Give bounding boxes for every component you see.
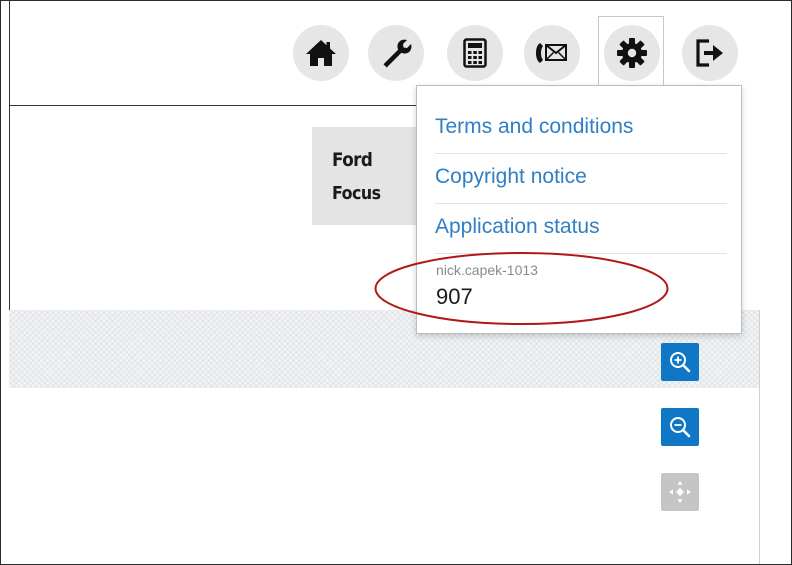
user-number: 907 [436,284,473,309]
vehicle-info-box: Ford Focus [312,127,422,225]
calculator-icon [463,38,487,68]
vehicle-make: Ford [332,149,373,171]
wrench-icon [383,39,412,68]
logout-icon [696,39,723,67]
phone-mail-icon [536,43,567,63]
tools-button[interactable] [368,25,424,81]
menu-item-copyright[interactable]: Copyright notice [435,153,725,201]
menu-item-terms[interactable]: Terms and conditions [435,103,725,151]
home-button[interactable] [293,25,349,81]
zoom-in-button[interactable] [661,343,699,381]
calculator-button[interactable] [447,25,503,81]
settings-button[interactable] [604,25,660,81]
logout-button[interactable] [682,25,738,81]
zoom-out-icon [670,417,691,438]
fit-to-screen-button[interactable] [661,473,699,511]
username-label: nick.capek-1013 [436,262,538,278]
header-divider [9,105,429,106]
zoom-in-icon [670,352,691,373]
menu-item-app-status[interactable]: Application status [435,203,725,251]
map-viewport[interactable] [9,310,760,564]
contact-button[interactable] [524,25,580,81]
settings-dropdown-menu: Terms and conditions Copyright notice Ap… [416,85,742,334]
fit-to-screen-icon [669,481,691,503]
menu-divider [435,253,727,254]
gear-icon [617,38,647,68]
vehicle-model: Focus [332,183,381,204]
home-icon [306,40,336,66]
zoom-out-button[interactable] [661,408,699,446]
app-window: Ford Focus Terms and conditions Copyrigh… [0,0,792,565]
